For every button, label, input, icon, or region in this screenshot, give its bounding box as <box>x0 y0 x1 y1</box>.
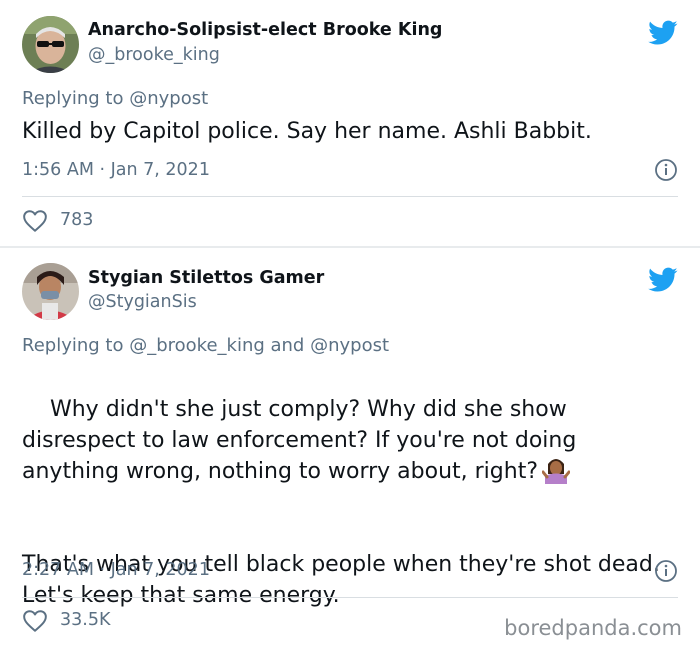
replying-to: Replying to @_brooke_king and @nypost <box>22 335 389 356</box>
avatar[interactable] <box>22 263 79 320</box>
avatar[interactable] <box>22 16 79 73</box>
tweet-card: Anarcho-Solipsist-elect Brooke King @_br… <box>0 0 700 246</box>
replying-to: Replying to @nypost <box>22 88 208 109</box>
twitter-bird-icon[interactable] <box>648 20 678 46</box>
user-handle[interactable]: @StygianSis <box>88 292 197 312</box>
heart-icon[interactable] <box>22 609 48 633</box>
timestamp[interactable]: 2:27 AM · Jan 7, 2021 <box>22 560 210 580</box>
tweet-card: Stygian Stilettos Gamer @StygianSis Repl… <box>0 248 700 650</box>
user-handle[interactable]: @_brooke_king <box>88 45 220 65</box>
tweet-text: Killed by Capitol police. Say her name. … <box>22 119 592 144</box>
divider <box>22 597 678 598</box>
mention-link[interactable]: @_brooke_king and @nypost <box>129 335 389 356</box>
info-icon[interactable] <box>654 559 678 583</box>
info-icon[interactable] <box>654 158 678 182</box>
display-name[interactable]: Stygian Stilettos Gamer <box>88 268 324 288</box>
like-count: 33.5K <box>60 610 111 630</box>
divider <box>22 196 678 197</box>
heart-icon[interactable] <box>22 209 48 233</box>
timestamp[interactable]: 1:56 AM · Jan 7, 2021 <box>22 160 210 180</box>
tweet-text-paragraph: Why didn't she just comply? Why did she … <box>22 397 584 484</box>
display-name[interactable]: Anarcho-Solipsist-elect Brooke King <box>88 20 442 40</box>
twitter-bird-icon[interactable] <box>648 267 678 293</box>
person-shrugging-emoji <box>542 459 571 484</box>
replying-to-label: Replying to <box>22 335 130 356</box>
like-count: 783 <box>60 210 94 230</box>
tweet-text: Why didn't she just comply? Why did she … <box>22 363 672 642</box>
mention-link[interactable]: @nypost <box>129 88 208 109</box>
replying-to-label: Replying to <box>22 88 130 109</box>
watermark: boredpanda.com <box>504 616 682 640</box>
